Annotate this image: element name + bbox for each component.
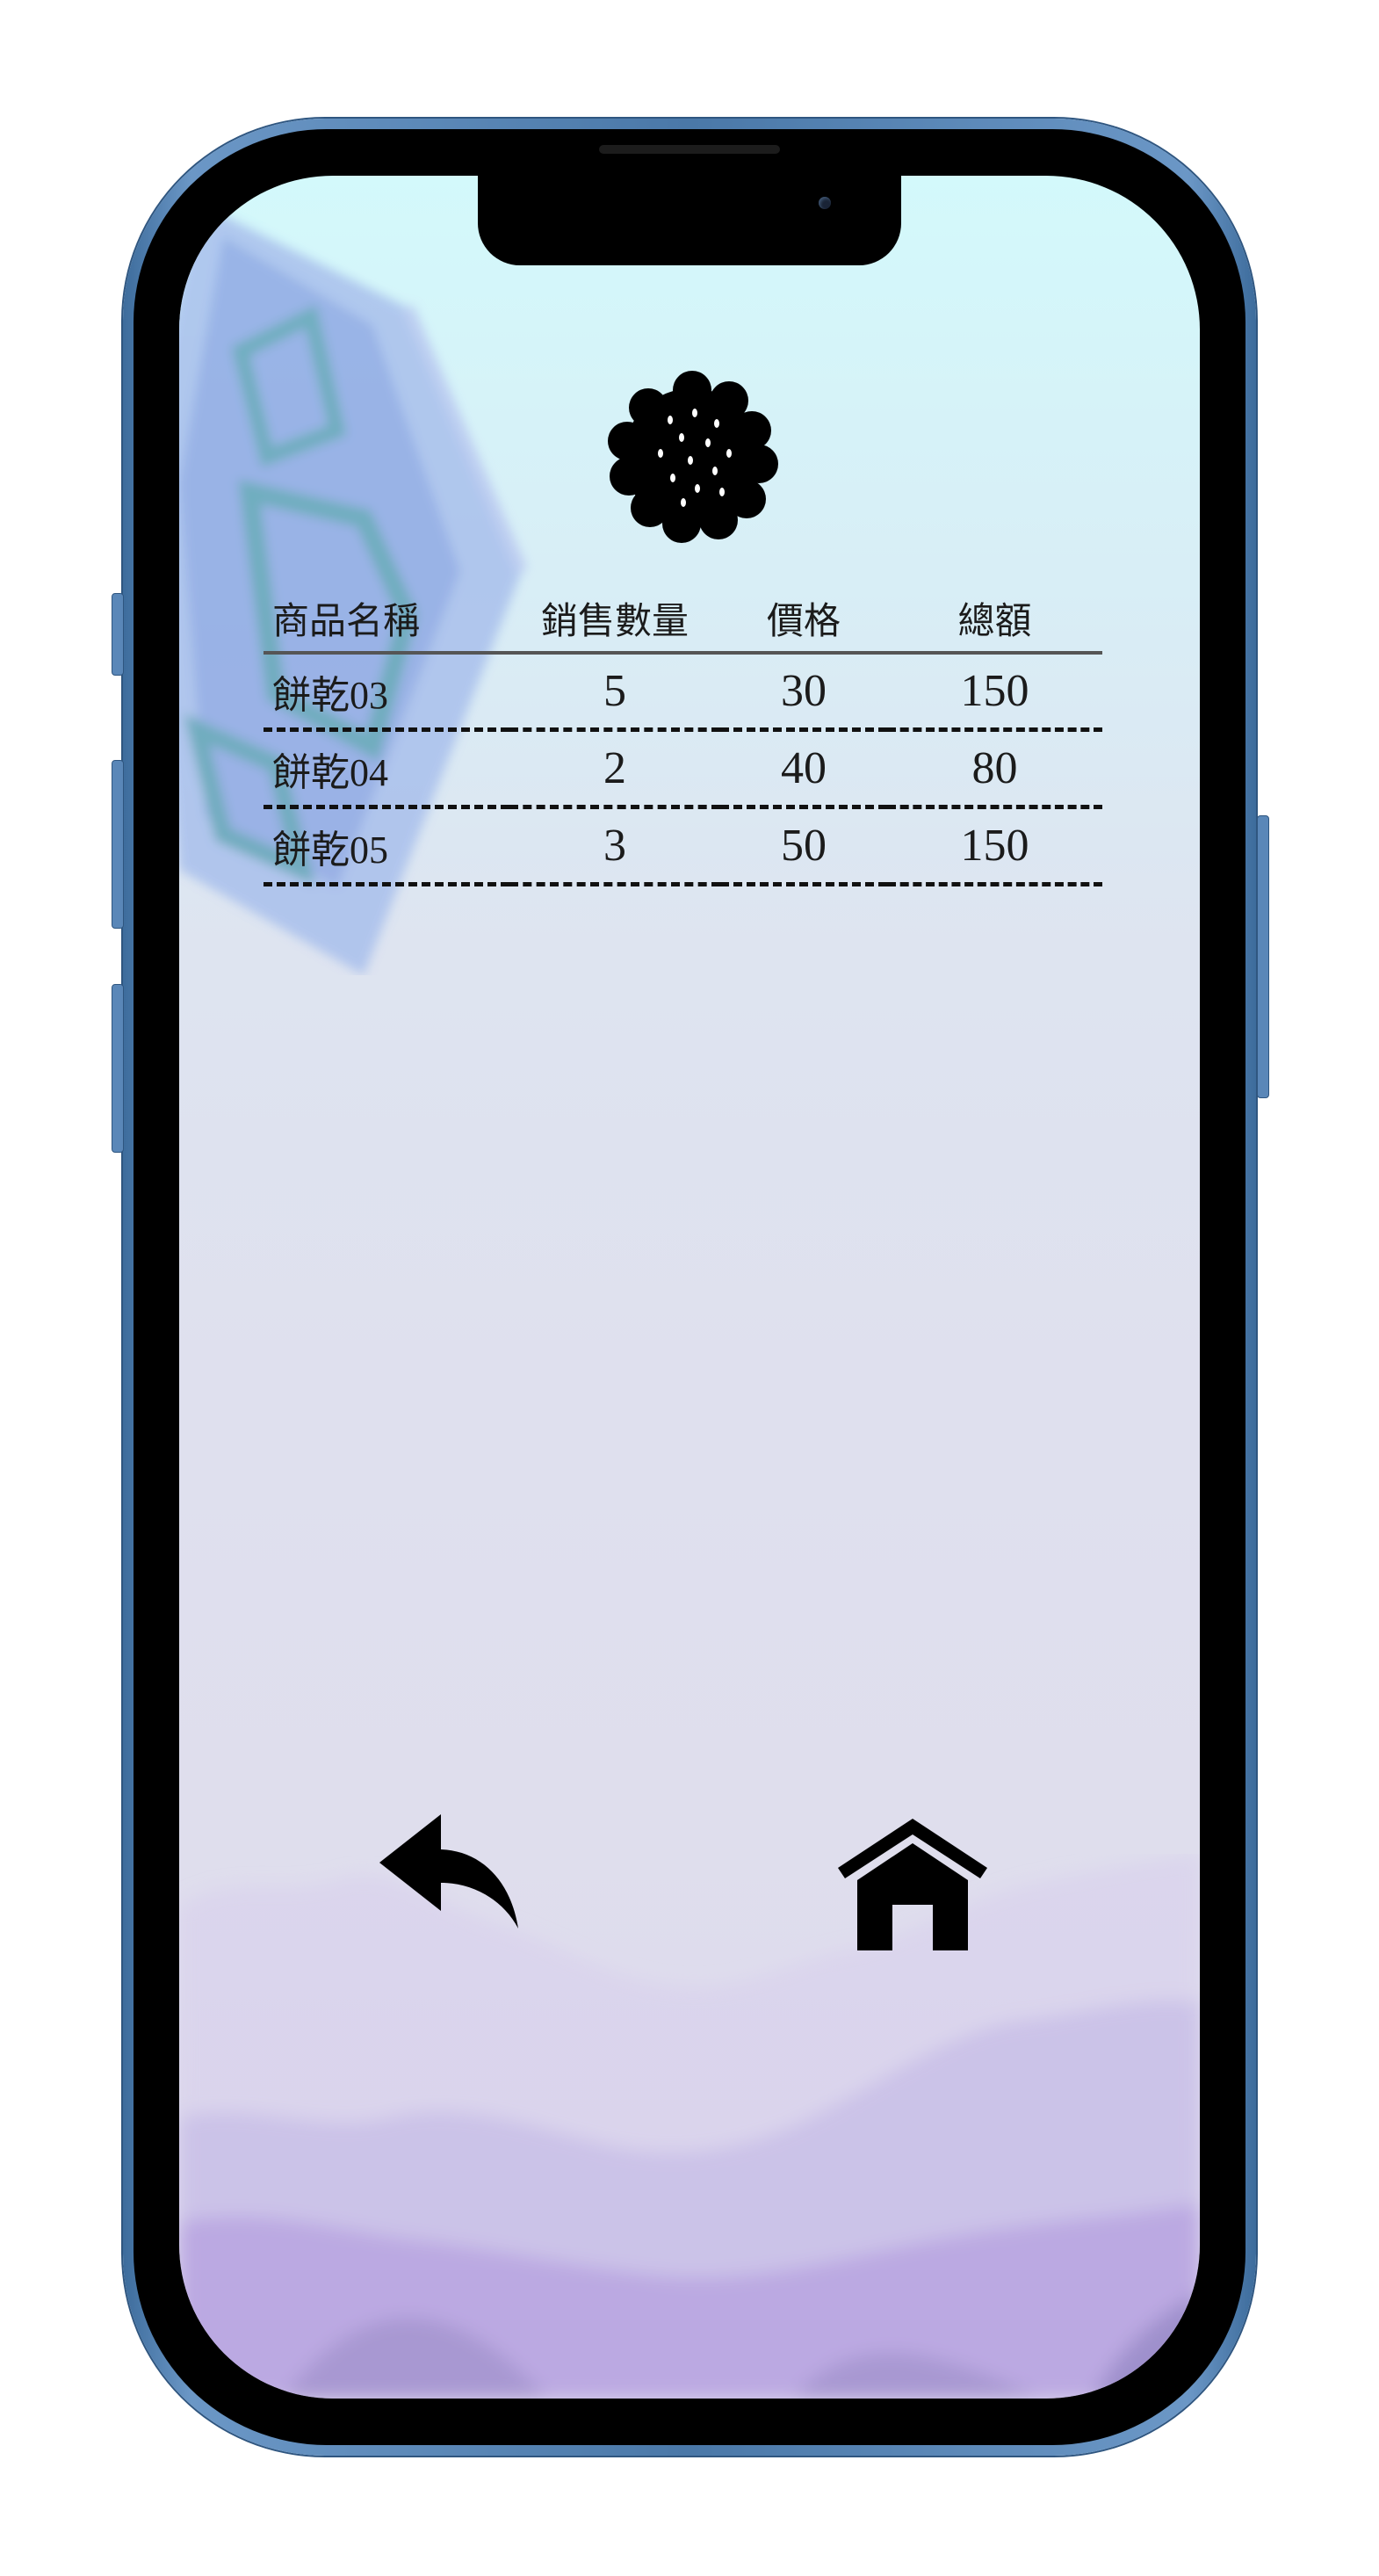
app-screen: 商品名稱 銷售數量 價格 總額 餅乾03 5 30 150 餅乾04 2 40 (179, 176, 1200, 2399)
cell-sales-quantity: 5 (509, 653, 720, 732)
power-button (1257, 815, 1269, 1098)
cell-product-name: 餅乾03 (264, 653, 509, 732)
decorative-mountains-image (179, 1854, 1200, 2399)
cell-product-name: 餅乾04 (264, 729, 509, 809)
cell-product-name: 餅乾05 (264, 807, 509, 886)
volume-down-button (112, 984, 124, 1153)
header-price: 價格 (720, 584, 887, 655)
cell-sales-quantity: 3 (509, 807, 720, 886)
table-row: 餅乾05 3 50 150 (264, 807, 1102, 886)
cell-total: 150 (887, 807, 1102, 886)
table-row: 餅乾03 5 30 150 (264, 653, 1102, 732)
device-mockup: 商品名稱 銷售數量 價格 總額 餅乾03 5 30 150 餅乾04 2 40 (0, 0, 1379, 2576)
cell-total: 150 (887, 653, 1102, 732)
header-sales-quantity: 銷售數量 (509, 584, 720, 655)
cell-price: 30 (720, 653, 887, 732)
earpiece-speaker (599, 145, 780, 154)
volume-up-button (112, 760, 124, 929)
home-icon (838, 1819, 987, 1950)
sales-table: 商品名稱 銷售數量 價格 總額 餅乾03 5 30 150 餅乾04 2 40 (264, 584, 1102, 886)
front-camera (819, 197, 831, 209)
camera-notch (478, 176, 901, 265)
table-row: 餅乾04 2 40 80 (264, 729, 1102, 809)
back-arrow-icon (379, 1814, 518, 1928)
header-product-name: 商品名稱 (264, 584, 509, 655)
cell-price: 50 (720, 807, 887, 886)
cell-price: 40 (720, 729, 887, 809)
table-header-row: 商品名稱 銷售數量 價格 總額 (264, 584, 1102, 655)
cell-sales-quantity: 2 (509, 729, 720, 809)
back-button[interactable] (379, 1814, 520, 1937)
cell-total: 80 (887, 729, 1102, 809)
header-total: 總額 (887, 584, 1102, 655)
home-button[interactable] (838, 1819, 987, 1950)
cookie-icon (608, 371, 778, 543)
silent-switch (112, 593, 124, 676)
